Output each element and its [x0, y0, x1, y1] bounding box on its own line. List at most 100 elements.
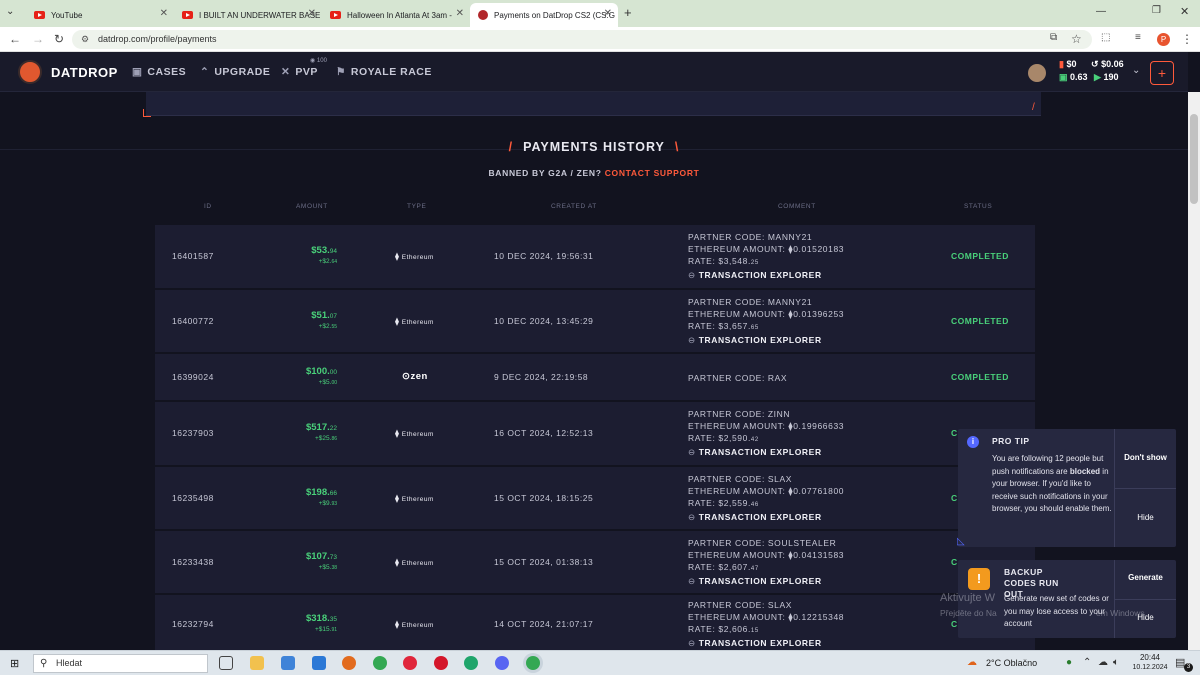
opera-gx-icon[interactable] [434, 656, 448, 670]
rate: RATE: $3,657.65 [688, 320, 844, 334]
menu-dots-icon[interactable]: ⋮ [1181, 32, 1193, 46]
tab-halloween[interactable]: Halloween In Atlanta At 3am - ✕ [322, 3, 470, 27]
nav-royale-race[interactable]: ⚑ ROYALE RACE [336, 66, 432, 78]
balance-main[interactable]: ▮ $0 [1059, 59, 1076, 70]
back-icon[interactable]: ← [9, 32, 21, 46]
maximize-icon[interactable]: ❐ [1152, 5, 1161, 16]
clock-time[interactable]: 20:44 [1132, 653, 1168, 662]
generate-codes-button[interactable]: Generate [1115, 573, 1176, 582]
brand-name[interactable]: DATDROP [51, 65, 118, 80]
reload-icon[interactable]: ↻ [54, 32, 64, 46]
start-windows-icon[interactable]: ⊞ [10, 657, 19, 670]
minimize-icon[interactable]: — [1096, 6, 1106, 17]
edge-icon[interactable] [464, 656, 478, 670]
tab-youtube[interactable]: YouTube ✕ [26, 3, 174, 27]
balance-chevron-icon[interactable]: ⌄ [1132, 65, 1140, 76]
payments-history-title: / PAYMENTS HISTORY \ [508, 140, 680, 154]
type-label: Ethereum [401, 254, 434, 261]
forward-icon[interactable]: → [32, 32, 44, 46]
tab-payments[interactable]: Payments on DatDrop CS2 (CS:G ✕ [470, 3, 618, 27]
ethereum-icon: ⧫ [395, 429, 400, 438]
bookmark-star-icon[interactable]: ☆ [1071, 32, 1082, 46]
payment-row: 16233438 $107.73 +$5.38 ⧫ Ethereum 15 OCT … [155, 531, 1035, 594]
rate-cents: 15 [750, 628, 759, 634]
nav-pvp[interactable]: ✕ PVP [281, 66, 318, 78]
discord-icon[interactable] [495, 656, 509, 670]
users-icon: ◉ [310, 58, 316, 64]
taskbar-search[interactable]: ⚲ Hledat [33, 654, 208, 673]
store-icon[interactable] [281, 656, 295, 670]
opera-icon[interactable] [403, 656, 417, 670]
transaction-explorer-link[interactable]: ⊖ TRANSACTION EXPLORER [688, 334, 844, 346]
upgrade-icon: ⌃ [200, 66, 210, 78]
extensions-icon[interactable]: ⬚ [1101, 32, 1110, 43]
close-window-icon[interactable]: ✕ [1180, 5, 1189, 18]
transaction-explorer-link[interactable]: ⊖ TRANSACTION EXPLORER [688, 637, 844, 649]
tab-list-chevron-icon[interactable]: ⌄ [6, 6, 14, 17]
type-label: Ethereum [401, 495, 434, 503]
pvp-badge: ◉ 100 [310, 57, 327, 64]
file-explorer-icon[interactable] [250, 656, 264, 670]
user-avatar[interactable] [1028, 64, 1046, 82]
ethereum-amount: ETHEREUM AMOUNT: ⧫0.07761800 [688, 485, 845, 496]
chrome-icon[interactable] [373, 656, 387, 670]
rate-main: RATE: $3,548. [688, 256, 751, 266]
balance-sub-2[interactable]: ▶ 190 [1094, 72, 1118, 83]
media-icon[interactable]: ≡ [1135, 32, 1141, 43]
clock-date[interactable]: 10.12.2024 [1128, 664, 1172, 671]
ethereum-icon: ⧫ [395, 493, 400, 503]
scrollbar-thumb[interactable] [1190, 114, 1198, 204]
network-icon[interactable]: ☁ [1098, 657, 1108, 668]
dont-show-button[interactable]: Don't show [1115, 453, 1176, 462]
partner-code: PARTNER CODE: SLAX [688, 473, 793, 484]
close-tab-icon[interactable]: ✕ [308, 8, 316, 19]
profile-banner [146, 92, 1041, 116]
deposit-plus-button[interactable]: + [1150, 61, 1174, 85]
tab-title: YouTube [51, 10, 83, 20]
chrome-active-icon[interactable] [526, 656, 540, 670]
close-tab-icon[interactable]: ✕ [456, 8, 464, 19]
profile-avatar-icon[interactable]: P [1157, 33, 1170, 46]
contact-support-link[interactable]: CONTACT SUPPORT [605, 168, 700, 178]
nav-cases[interactable]: ▣ CASES [132, 66, 186, 78]
tray-app-icon[interactable]: ● [1066, 657, 1072, 668]
close-tab-icon[interactable]: ✕ [604, 8, 612, 19]
install-icon[interactable]: ⧉ [1050, 32, 1057, 43]
bonus-cents: 93 [331, 500, 337, 507]
payment-row: 16401587 $53.94 +$2.64 ⧫ Ethereum 10 DEC 2… [155, 225, 1035, 289]
site-info-icon[interactable]: ⚙ [81, 30, 89, 49]
url-field[interactable]: ⚙ datdrop.com/profile/payments [72, 30, 1092, 49]
bonus-main: +$9. [318, 499, 332, 507]
balance-secondary[interactable]: ↺ $0.06 [1091, 59, 1124, 70]
payment-id: 16401587 [172, 251, 214, 261]
transaction-explorer-link[interactable]: ⊖ TRANSACTION EXPLORER [688, 446, 844, 458]
page-content: / / PAYMENTS HISTORY \ BANNED BY G2A / ZEN… [0, 92, 1188, 650]
nav-label: CASES [147, 66, 187, 78]
page-scrollbar[interactable] [1188, 92, 1200, 650]
payment-id: 16237903 [172, 428, 214, 438]
mail-icon[interactable] [312, 656, 326, 670]
refresh-icon: ↺ [1091, 59, 1099, 69]
volume-icon[interactable]: 🔈︎ [1113, 657, 1119, 668]
new-tab-icon[interactable]: + [624, 5, 632, 20]
transaction-explorer-link[interactable]: ⊖ TRANSACTION EXPLORER [688, 575, 844, 587]
partner-code: PARTNER CODE: SLAX [688, 600, 793, 610]
type-label: Ethereum [401, 622, 434, 629]
tab-underwater-base[interactable]: I BUILT AN UNDERWATER BASE ✕ [174, 3, 322, 27]
rate-cents: 46 [750, 501, 759, 508]
tab-title: Payments on DatDrop CS2 (CS:G [494, 10, 615, 20]
balance-sub-1[interactable]: ▣ 0.63 [1059, 72, 1088, 83]
close-tab-icon[interactable]: ✕ [160, 8, 168, 19]
hide-protip-button[interactable]: Hide [1115, 513, 1176, 522]
transaction-explorer-link[interactable]: ⊖ TRANSACTION EXPLORER [688, 511, 844, 523]
link-icon: ⊖ [688, 575, 696, 586]
browser-icon[interactable] [342, 656, 356, 670]
tray-chevron-icon[interactable]: ⌃ [1083, 657, 1091, 668]
weather-text[interactable]: 2°C Oblačno [986, 658, 1037, 668]
transaction-explorer-link[interactable]: ⊖ TRANSACTION EXPLORER [688, 269, 844, 281]
task-view-icon[interactable] [219, 656, 233, 670]
nav-upgrade[interactable]: ⌃ UPGRADE [200, 66, 270, 78]
rate-main: RATE: $3,657. [688, 320, 751, 331]
ethereum-amount: ETHEREUM AMOUNT: ⧫0.01396253 [688, 308, 845, 319]
datdrop-logo-icon[interactable] [18, 60, 42, 84]
